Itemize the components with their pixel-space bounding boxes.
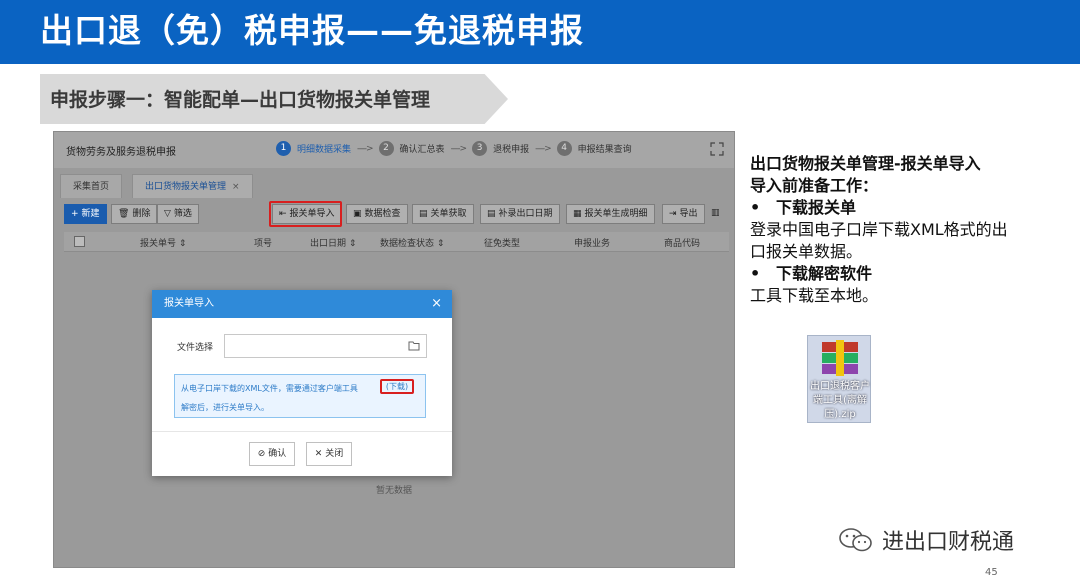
wizard-step-label: 退税申报 [493, 145, 530, 155]
wizard-step-number: 3 [472, 141, 488, 156]
wizard-step-number: 1 [276, 141, 291, 156]
right-heading-1: 出口货物报关单管理-报关单导入 [750, 154, 981, 173]
column-header[interactable]: 商品代码 [664, 236, 700, 249]
slide: 出口退（免）税申报——免退税申报 申报步骤一：智能配单—出口货物报关单管理 货物… [0, 0, 1080, 586]
document-icon: ▤ [487, 209, 496, 219]
watermark-text: 进出口财税通 [882, 530, 1015, 555]
close-icon[interactable]: × [431, 290, 442, 318]
toolbar: + 新建 🗑 删除 ▽ 筛选 ⇤ 报关单导入 ▣ 数据检查 ▤ 关单获取 ▤ 补录出口日期 ▦… [64, 204, 729, 226]
x-icon: ✕ [314, 449, 323, 459]
dialog-title: 报关单导入 [164, 298, 214, 309]
file-select-label: 文件选择 [177, 343, 214, 353]
title-bar: 出口退（免）税申报——免退税申报 [0, 0, 1080, 64]
note-line-2: 解密后，进行关单导入。 [181, 403, 269, 412]
column-header[interactable]: 征免类型 [484, 236, 520, 249]
app-screenshot: 货物劳务及服务退税申报 1 明细数据采集 ----> 2 确认汇总表 ---->… [53, 131, 735, 568]
bullet-text-2: 工具下载至本地。 [750, 286, 879, 305]
wizard-step-4[interactable]: 4 申报结果查询 [556, 141, 632, 156]
page-number: 45 [985, 567, 998, 578]
zip-file-icon[interactable]: 出口退税客户端工具(离解压).zip [807, 335, 871, 423]
app-header: 货物劳务及服务退税申报 1 明细数据采集 ----> 2 确认汇总表 ---->… [54, 132, 734, 168]
check-circle-icon: ⊘ [257, 449, 266, 459]
tab-label: 采集首页 [73, 182, 110, 192]
step-banner: 申报步骤一：智能配单—出口货物报关单管理 [40, 74, 508, 124]
import-highlight-box [269, 201, 342, 227]
wizard-step-3[interactable]: 3 退税申报 [472, 141, 529, 156]
folder-icon[interactable] [408, 340, 420, 351]
filter-button[interactable]: ▽ 筛选 [157, 204, 199, 224]
bullet-item-2: • 下载解密软件 [750, 264, 873, 283]
arrow-right-icon: ----> [357, 143, 374, 154]
tab-collect-home[interactable]: 采集首页 [60, 174, 123, 198]
winrar-books-icon [822, 340, 858, 376]
bullet-item-1: • 下载报关单 [750, 198, 857, 217]
plus-icon: + [71, 209, 79, 219]
note-line-1: 从电子口岸下载的XML文件，需要通过客户端工具 [181, 384, 358, 393]
close-button[interactable]: ✕ 关闭 [306, 442, 352, 466]
expand-icon[interactable] [710, 142, 724, 156]
bullet-text-1b: 口报关单数据。 [750, 242, 863, 261]
export-button[interactable]: ⇥ 导出 [662, 204, 705, 224]
select-all-checkbox[interactable] [74, 236, 85, 247]
app-title: 货物劳务及服务退税申报 [66, 147, 176, 158]
check-doc-icon: ▣ [353, 209, 362, 219]
tab-bar: 采集首页 出口货物报关单管理 × [54, 174, 734, 198]
wizard-step-number: 2 [378, 141, 394, 156]
close-icon[interactable]: × [232, 182, 240, 192]
table-header: 报关单号 ⇕ 项号 出口日期 ⇕ 数据检查状态 ⇕ 征免类型 申报业务 商品代码 [64, 232, 729, 252]
bullet-text-1a: 登录中国电子口岸下载XML格式的出 [750, 220, 1008, 239]
fetch-declaration-button[interactable]: ▤ 关单获取 [412, 204, 474, 224]
wizard-step-1[interactable]: 1 明细数据采集 [276, 141, 351, 156]
divider [152, 431, 452, 432]
wizard-step-number: 4 [556, 141, 572, 156]
column-header[interactable]: 数据检查状态 ⇕ [380, 236, 444, 249]
archive-icon: 出口退税客户端工具(离解压).zip [807, 335, 871, 423]
bullet-icon: • [750, 198, 761, 217]
wizard-step-label: 申报结果查询 [577, 145, 632, 155]
export-icon: ⇥ [669, 209, 677, 219]
document-icon: ▤ [419, 209, 428, 219]
arrow-right-icon: ----> [450, 143, 468, 154]
chart-icon: ▦ [573, 209, 582, 219]
slide-title: 出口退（免）税申报——免退税申报 [40, 11, 584, 50]
arrow-right-icon: ----> [535, 143, 552, 154]
wechat-icon [839, 528, 872, 552]
wizard-step-label: 明细数据采集 [297, 145, 352, 155]
step-banner-text: 申报步骤一：智能配单—出口货物报关单管理 [50, 89, 431, 111]
tab-label: 出口货物报关单管理 [145, 182, 227, 192]
tab-declaration-management[interactable]: 出口货物报关单管理 × [132, 174, 253, 198]
dialog-header: 报关单导入 × [152, 290, 452, 318]
confirm-button[interactable]: ⊘ 确认 [249, 442, 295, 466]
filter-icon: ▽ [164, 209, 171, 219]
import-dialog: 报关单导入 × 文件选择 从电子口岸下载的XML文件，需要通过客户端工具 (下载… [152, 290, 452, 476]
file-name-label: 出口退税客户端工具(离解压).zip [810, 381, 870, 420]
empty-state-text: 暂无数据 [376, 486, 413, 496]
new-button[interactable]: + 新建 [64, 204, 107, 224]
trash-icon: 🗑 [118, 209, 130, 219]
file-select-input[interactable] [224, 334, 427, 358]
right-panel: 出口货物报关单管理-报关单导入 导入前准备工作： • 下载报关单 登录中国电子口岸… [750, 153, 1070, 307]
data-check-button[interactable]: ▣ 数据检查 [346, 204, 408, 224]
download-link[interactable]: (下载) [380, 379, 414, 394]
wizard-step-label: 确认汇总表 [399, 145, 445, 155]
bullet-icon: • [750, 264, 761, 283]
generate-details-button[interactable]: ▦ 报关单生成明细 [566, 204, 655, 224]
watermark: 进出口财税通 [838, 524, 1014, 556]
supplement-date-button[interactable]: ▤ 补录出口日期 [480, 204, 560, 224]
wizard-steps: 1 明细数据采集 ----> 2 确认汇总表 ----> 3 退税申报 ----… [276, 141, 632, 156]
wizard-step-2[interactable]: 2 确认汇总表 [378, 141, 445, 156]
right-heading-2: 导入前准备工作： [750, 176, 879, 195]
column-header[interactable]: 报关单号 ⇕ [140, 236, 186, 249]
column-header[interactable]: 申报业务 [574, 236, 610, 249]
instruction-note: 从电子口岸下载的XML文件，需要通过客户端工具 (下载) 解密后，进行关单导入。 [174, 374, 426, 418]
columns-icon[interactable]: ▥ [708, 204, 723, 224]
column-header[interactable]: 项号 [254, 236, 272, 249]
delete-button[interactable]: 🗑 删除 [111, 204, 158, 224]
column-header[interactable]: 出口日期 ⇕ [310, 236, 356, 249]
